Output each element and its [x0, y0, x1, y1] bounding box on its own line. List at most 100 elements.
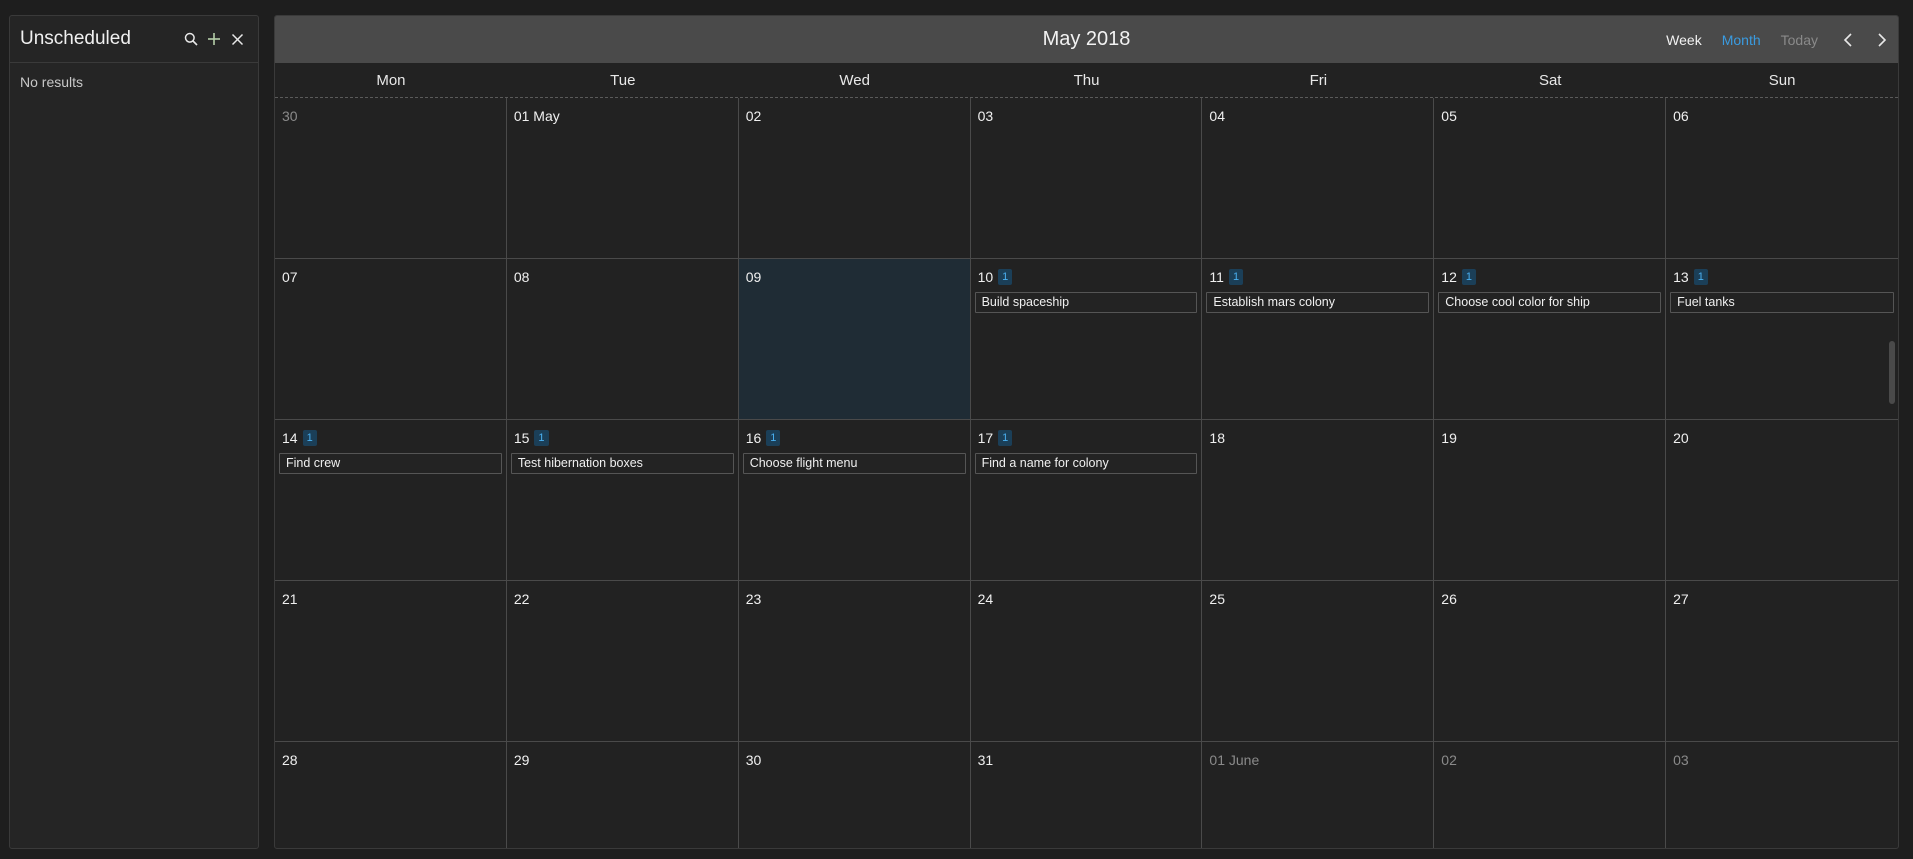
day-cell[interactable]: 01 May [506, 98, 739, 259]
day-header: 05 [1441, 107, 1661, 125]
today-button[interactable]: Today [1781, 32, 1818, 48]
weekday-sat: Sat [1538, 72, 1562, 89]
day-cell[interactable]: 23 [738, 581, 971, 742]
weekday-thu: Thu [1073, 72, 1100, 89]
day-header: 26 [1441, 590, 1661, 608]
day-number: 14 [282, 430, 298, 446]
day-number: 04 [1209, 108, 1225, 124]
day-cell[interactable]: 06 [1666, 98, 1898, 259]
day-cell[interactable]: 02 [738, 98, 971, 259]
event-count-badge: 1 [998, 269, 1013, 285]
calendar-event[interactable]: Choose flight menu [742, 453, 966, 474]
day-header: 12 1 [1441, 268, 1661, 286]
day-header: 06 [1673, 107, 1894, 125]
calendar-header: May 2018 Week Month Today [275, 16, 1898, 63]
day-cell[interactable]: 01 June [1202, 742, 1435, 848]
day-cell[interactable]: 30 [739, 742, 971, 848]
calendar-event[interactable]: Find a name for colony [974, 453, 1198, 474]
day-cell[interactable]: 10 1 Build spaceship [970, 259, 1203, 420]
day-cell[interactable]: 03 [1666, 742, 1898, 848]
day-cell[interactable]: 12 1 Choose cool color for ship [1434, 259, 1667, 420]
day-number: 30 [745, 752, 762, 768]
day-cell[interactable]: 30 [275, 98, 507, 259]
day-header: 02 [1441, 751, 1661, 769]
day-cell[interactable]: 19 [1434, 420, 1667, 581]
day-cell[interactable]: 08 [506, 259, 739, 420]
calendar-title: May 2018 [1042, 28, 1131, 50]
day-cell[interactable]: 25 [1202, 581, 1435, 742]
day-number: 09 [745, 269, 762, 285]
day-number: 05 [1441, 108, 1457, 124]
day-number: 01 June [1209, 752, 1260, 768]
day-cell[interactable]: 28 [275, 742, 507, 848]
day-cell[interactable]: 29 [507, 742, 739, 848]
day-header: 28 [282, 751, 502, 769]
day-header: 01 May [514, 107, 734, 125]
day-header: 24 [978, 590, 1198, 608]
day-number: 23 [745, 591, 762, 607]
day-header: 13 1 [1673, 268, 1894, 286]
day-number: 30 [282, 108, 298, 124]
chevron-right-icon[interactable] [1874, 30, 1890, 50]
weekday-fri: Fri [1309, 72, 1328, 89]
day-cell[interactable]: 18 [1202, 420, 1435, 581]
day-number: 28 [282, 752, 298, 768]
day-number: 11 [1209, 269, 1224, 285]
day-cell[interactable]: 02 [1434, 742, 1667, 848]
day-cell[interactable]: 04 [1202, 98, 1435, 259]
day-cell[interactable]: 03 [970, 98, 1203, 259]
day-cell[interactable]: 09 [738, 259, 971, 420]
event-count-badge: 1 [766, 430, 781, 446]
weekday-mon: Mon [376, 72, 406, 89]
day-number: 06 [1673, 108, 1689, 124]
day-number: 13 [1673, 269, 1689, 285]
day-cell[interactable]: 13 1 Fuel tanks [1666, 259, 1898, 420]
plus-icon[interactable] [203, 28, 225, 50]
day-number: 03 [977, 108, 994, 124]
calendar-event[interactable]: Build spaceship [974, 292, 1198, 313]
day-cell[interactable]: 22 [506, 581, 739, 742]
day-cell[interactable]: 05 [1434, 98, 1667, 259]
day-cell[interactable]: 17 1 Find a name for colony [970, 420, 1203, 581]
day-cell[interactable]: 31 [971, 742, 1203, 848]
search-icon[interactable] [180, 28, 202, 50]
weekday-sun: Sun [1768, 72, 1796, 89]
day-number: 01 May [513, 108, 560, 124]
day-cell[interactable]: 26 [1434, 581, 1667, 742]
day-cell[interactable]: 27 [1666, 581, 1898, 742]
day-cell[interactable]: 21 [275, 581, 507, 742]
day-header: 15 1 [514, 429, 734, 447]
calendar-controls: Week Month Today [1646, 16, 1890, 63]
chevron-left-icon[interactable] [1840, 30, 1856, 50]
day-number: 19 [1441, 430, 1457, 446]
day-header: 18 [1209, 429, 1429, 447]
day-header: 02 [746, 107, 966, 125]
day-cell[interactable]: 14 1 Find crew [275, 420, 507, 581]
day-header: 03 [1673, 751, 1894, 769]
calendar-event[interactable]: Establish mars colony [1206, 292, 1430, 313]
calendar-event[interactable]: Test hibernation boxes [510, 453, 734, 474]
sidebar-title: Unscheduled [20, 28, 131, 49]
day-cell[interactable]: 15 1 Test hibernation boxes [506, 420, 739, 581]
day-cell[interactable]: 24 [970, 581, 1203, 742]
calendar-event[interactable]: Choose cool color for ship [1438, 292, 1662, 313]
day-number: 10 [977, 269, 994, 285]
day-number: 16 [745, 430, 762, 446]
sidebar-header: Unscheduled [10, 16, 258, 63]
week-view-button[interactable]: Week [1666, 32, 1702, 48]
month-view-button[interactable]: Month [1722, 32, 1761, 48]
calendar-event[interactable]: Find crew [279, 453, 502, 474]
scrollbar-thumb[interactable] [1889, 341, 1895, 404]
close-icon[interactable] [226, 28, 248, 50]
day-header: 30 [746, 751, 966, 769]
day-number: 31 [977, 752, 994, 768]
day-cell[interactable]: 20 [1666, 420, 1898, 581]
day-cell[interactable]: 16 1 Choose flight menu [738, 420, 971, 581]
day-cell[interactable]: 07 [275, 259, 507, 420]
calendar-event[interactable]: Fuel tanks [1670, 292, 1894, 313]
day-cell[interactable]: 11 1 Establish mars colony [1202, 259, 1435, 420]
day-header: 09 [746, 268, 966, 286]
day-header: 04 [1209, 107, 1429, 125]
day-header: 07 [282, 268, 502, 286]
day-number: 03 [1673, 752, 1689, 768]
